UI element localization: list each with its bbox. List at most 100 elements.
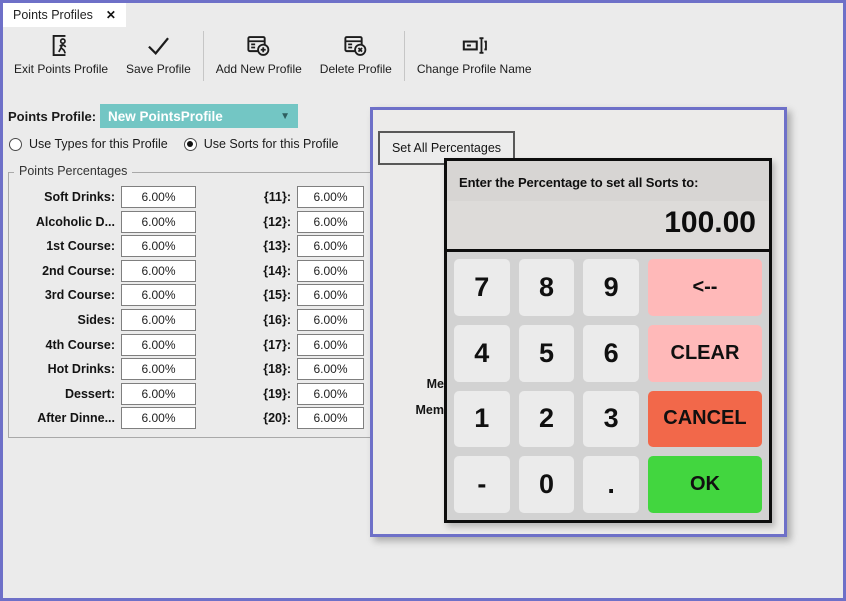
percentage-row-label: {19}: — [263, 386, 291, 401]
keypad-dialog-prompt: Enter the Percentage to set all Sorts to… — [447, 161, 769, 201]
percentage-row-label: {18}: — [263, 362, 291, 377]
key-0[interactable]: 0 — [518, 456, 575, 513]
rename-icon — [461, 32, 488, 59]
percentage-row: {19}: 6.00% — [235, 382, 364, 405]
percentage-row: {17}: 6.00% — [235, 333, 364, 356]
radio-use-sorts[interactable]: Use Sorts for this Profile — [183, 137, 338, 151]
tab-points-profiles[interactable]: Points Profiles ✕ — [3, 3, 126, 27]
chevron-down-icon: ▼ — [280, 110, 290, 122]
percentage-row-label: {15}: — [263, 288, 291, 303]
percentage-row-label: 1st Course: — [46, 239, 115, 254]
toolbar-separator — [403, 31, 405, 81]
percentage-row-label: Sides: — [77, 312, 115, 327]
toolbar-exit-points-profile[interactable]: Exit Points Profile — [5, 28, 117, 88]
toolbar-label: Save Profile — [126, 62, 191, 76]
toolbar-separator — [202, 31, 204, 81]
key-cancel[interactable]: CANCEL — [647, 390, 762, 448]
percentage-field[interactable]: 6.00% — [121, 407, 196, 430]
key-7[interactable]: 7 — [454, 259, 510, 316]
percentage-field[interactable]: 6.00% — [121, 308, 196, 331]
keypad-dialog-value: 100.00 — [447, 201, 769, 249]
percentage-row: {13}: 6.00% — [235, 235, 364, 258]
percentage-row: {18}: 6.00% — [235, 358, 364, 381]
percentage-field[interactable]: 6.00% — [121, 284, 196, 307]
radio-circle-icon — [183, 137, 197, 151]
toolbar-delete-profile[interactable]: Delete Profile — [311, 28, 401, 88]
close-icon[interactable]: ✕ — [106, 8, 116, 22]
percentage-field[interactable]: 6.00% — [297, 308, 364, 331]
percentage-field[interactable]: 6.00% — [121, 358, 196, 381]
toolbar-label: Delete Profile — [319, 62, 392, 76]
percentage-row-label: After Dinne... — [37, 411, 115, 426]
percentage-field[interactable]: 6.00% — [297, 284, 364, 307]
toolbar-add-new-profile[interactable]: Add New Profile — [207, 28, 311, 88]
key-clear[interactable]: CLEAR — [647, 324, 762, 382]
toolbar-save-profile[interactable]: Save Profile — [117, 28, 200, 88]
percentage-row: {15}: 6.00% — [235, 284, 364, 307]
points-percentages-title: Points Percentages — [14, 164, 133, 178]
percentage-field[interactable]: 6.00% — [297, 235, 364, 258]
points-profile-dropdown[interactable]: New PointsProfile ▼ — [100, 104, 298, 128]
percentage-field[interactable]: 6.00% — [121, 210, 196, 233]
percentage-row: {12}: 6.00% — [235, 210, 364, 233]
points-profiles-window: Points Profiles ✕ Exit Points Profile Sav… — [0, 0, 846, 601]
key-6[interactable]: 6 — [583, 324, 639, 382]
percentage-field[interactable]: 6.00% — [297, 259, 364, 282]
key-8[interactable]: 8 — [518, 259, 575, 316]
percentage-field[interactable]: 6.00% — [297, 382, 364, 405]
percentage-row-label: Alcoholic D... — [35, 214, 115, 229]
radio-label: Use Types for this Profile — [29, 137, 168, 151]
points-profile-dropdown-value: New PointsProfile — [108, 108, 223, 124]
percentage-field[interactable]: 6.00% — [121, 382, 196, 405]
key-4[interactable]: 4 — [454, 324, 510, 382]
tab-title: Points Profiles — [13, 8, 93, 22]
percentage-row-label: {20}: — [263, 411, 291, 426]
key-decimal[interactable]: . — [583, 456, 639, 513]
percentage-field[interactable]: 6.00% — [297, 210, 364, 233]
percentage-row-label: {12}: — [263, 214, 291, 229]
percentage-field[interactable]: 6.00% — [121, 259, 196, 282]
key-1[interactable]: 1 — [454, 390, 510, 448]
percentage-row-label: {11}: — [263, 190, 291, 204]
percentage-row-label: Dessert: — [64, 386, 115, 401]
percentages-column-right: {11}: 6.00% {12}: 6.00% {13}: 6.00% {14}: 6.00%… — [235, 186, 364, 432]
percentage-field[interactable]: 6.00% — [121, 186, 196, 208]
percentage-row: Dessert: 6.00% — [11, 382, 196, 405]
key-9[interactable]: 9 — [583, 259, 639, 316]
percentage-row: 1st Course: 6.00% — [11, 235, 196, 258]
percentage-row-label: 3rd Course: — [44, 288, 115, 303]
percentage-row: 4th Course: 6.00% — [11, 333, 196, 356]
percentages-column-left: Soft Drinks: 6.00% Alcoholic D... 6.00% 1st … — [11, 186, 196, 432]
percentage-row: After Dinne... 6.00% — [11, 407, 196, 430]
percentage-row-label: 4th Course: — [45, 337, 115, 352]
key-minus[interactable]: - — [454, 456, 510, 513]
key-5[interactable]: 5 — [518, 324, 575, 382]
toolbar-label: Change Profile Name — [416, 62, 532, 76]
percentage-field[interactable]: 6.00% — [121, 235, 196, 258]
percentage-field[interactable]: 6.00% — [297, 186, 364, 208]
key-3[interactable]: 3 — [583, 390, 639, 448]
percentage-row: {11}: 6.00% — [235, 186, 364, 208]
percentage-field[interactable]: 6.00% — [297, 333, 364, 356]
clipped-label-mem: Mem — [415, 403, 444, 417]
key-2[interactable]: 2 — [518, 390, 575, 448]
keypad-dialog: Enter the Percentage to set all Sorts to… — [444, 158, 772, 523]
profile-card-plus-icon — [245, 32, 272, 59]
percentage-field[interactable]: 6.00% — [297, 407, 364, 430]
key-ok[interactable]: OK — [647, 456, 762, 513]
profile-mode-radio-group: Use Types for this Profile Use Sorts for … — [9, 137, 354, 151]
percentage-field[interactable]: 6.00% — [297, 358, 364, 381]
percentage-row-label: 2nd Course: — [42, 263, 115, 278]
percentage-field[interactable]: 6.00% — [121, 333, 196, 356]
percentage-row-label: {17}: — [263, 337, 291, 352]
toolbar-label: Add New Profile — [215, 62, 302, 76]
radio-use-types[interactable]: Use Types for this Profile — [9, 137, 168, 151]
percentage-row: Alcoholic D... 6.00% — [11, 210, 196, 233]
percentage-row-label: {14}: — [263, 263, 291, 278]
key-backspace[interactable]: <-- — [647, 259, 762, 316]
percentage-row-label: {16}: — [263, 312, 291, 327]
toolbar-change-profile-name[interactable]: Change Profile Name — [408, 28, 541, 88]
exit-door-icon — [48, 32, 75, 59]
points-percentages-group: Points Percentages Soft Drinks: 6.00% Alco… — [8, 164, 372, 438]
percentage-row: {20}: 6.00% — [235, 407, 364, 430]
